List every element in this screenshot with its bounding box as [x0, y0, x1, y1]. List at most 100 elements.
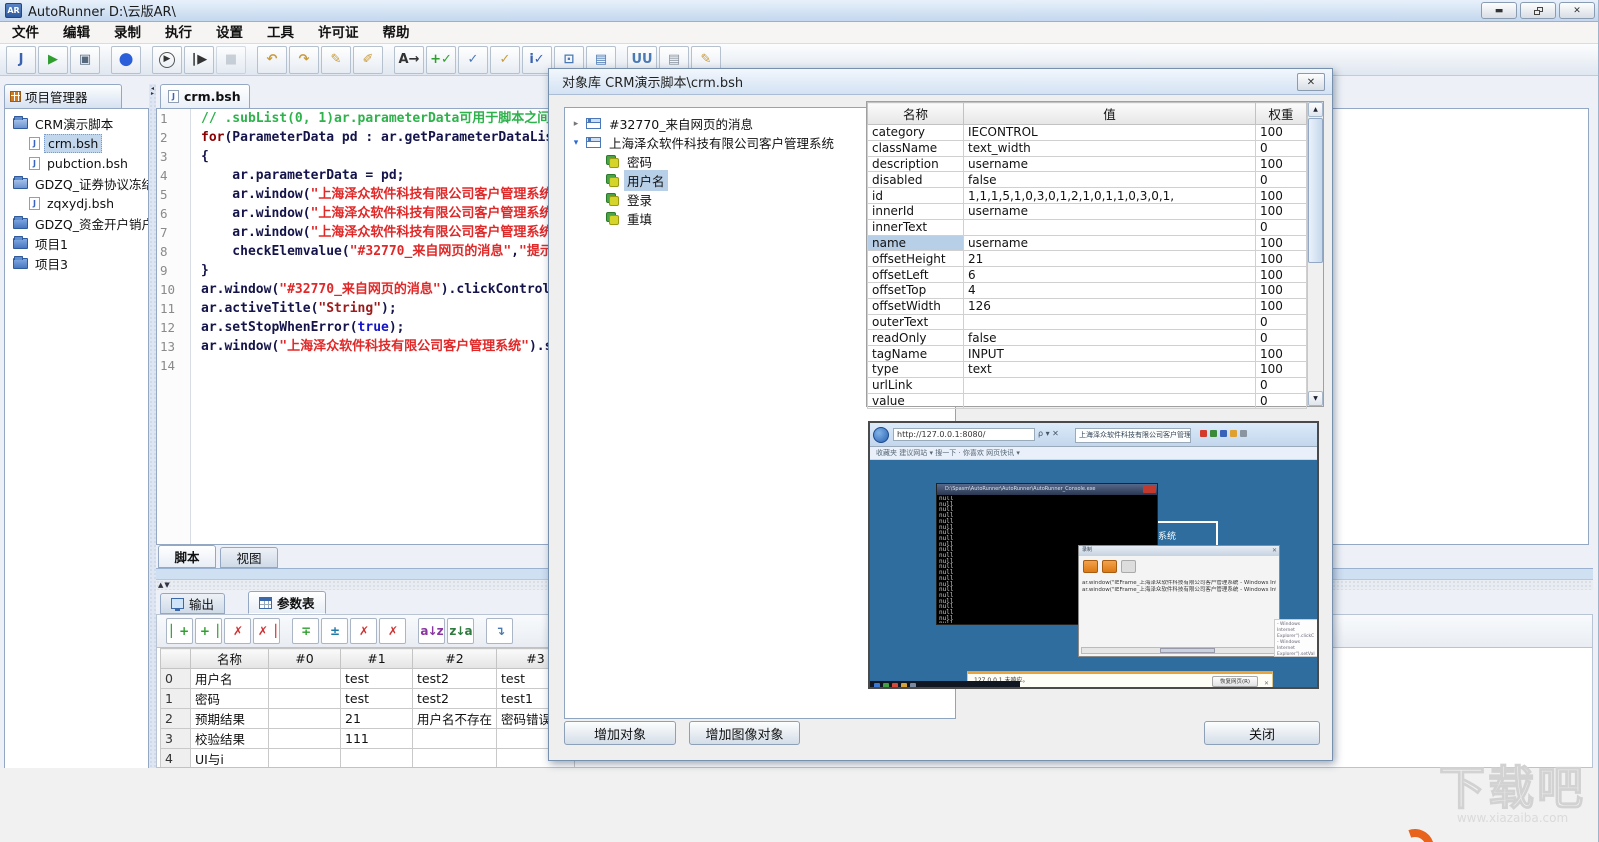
delete-col-multi-button[interactable]: ✗▕ — [253, 618, 280, 644]
property-weight[interactable]: 0 — [1255, 329, 1307, 347]
table-cell[interactable]: 校验结果 — [190, 728, 269, 749]
property-name[interactable]: innerText — [867, 218, 964, 236]
property-row[interactable]: category IECONTROL 100 — [867, 124, 1307, 141]
tab-project-manager[interactable]: 项目管理器 — [4, 84, 122, 108]
sort-desc-button[interactable]: z↓a — [447, 618, 474, 644]
menu-item-文件[interactable]: 文件 — [0, 22, 51, 44]
table-cell[interactable] — [340, 748, 413, 767]
property-weight[interactable]: 100 — [1255, 155, 1307, 173]
property-weight[interactable]: 100 — [1255, 297, 1307, 315]
property-row[interactable]: readOnly false 0 — [867, 329, 1307, 347]
close-button[interactable]: ✕ — [1559, 2, 1595, 19]
property-value[interactable] — [963, 218, 1256, 236]
insert-col-right-button[interactable]: +▕ — [195, 618, 222, 644]
property-weight[interactable]: 0 — [1255, 313, 1307, 331]
property-name[interactable]: className — [867, 139, 964, 157]
tab-param-table[interactable]: 参数表 — [248, 591, 326, 614]
replay-pen-multi-button[interactable]: ✐ — [353, 45, 383, 74]
redo-button[interactable]: ↷ — [289, 45, 319, 74]
table-cell[interactable]: 密码 — [190, 688, 269, 709]
property-value[interactable]: IECONTROL — [963, 124, 1256, 141]
property-row[interactable]: tagName INPUT 100 — [867, 345, 1307, 362]
property-row[interactable]: innerText 0 — [867, 218, 1307, 236]
property-weight[interactable]: 0 — [1255, 376, 1307, 394]
tree-item[interactable]: 项目1 — [5, 233, 148, 253]
property-name[interactable]: innerId — [867, 202, 964, 220]
pointer-check-button[interactable]: ✓ — [458, 45, 488, 74]
property-value[interactable]: text — [963, 360, 1256, 378]
property-weight[interactable]: 100 — [1255, 345, 1307, 362]
property-name[interactable]: offsetHeight — [867, 250, 964, 268]
property-value[interactable]: 21 — [963, 250, 1256, 268]
property-value[interactable]: username — [963, 155, 1256, 173]
property-value[interactable]: 126 — [963, 297, 1256, 315]
property-name[interactable]: description — [867, 155, 964, 173]
property-vscrollbar[interactable]: ▲ ▼ — [1307, 102, 1323, 406]
open-script-button[interactable]: ▶ — [38, 45, 68, 74]
menu-item-执行[interactable]: 执行 — [153, 22, 204, 44]
insert-row-below-button[interactable]: ± — [321, 618, 348, 644]
property-weight[interactable]: 100 — [1255, 360, 1307, 378]
table-cell[interactable] — [268, 708, 341, 729]
table-cell[interactable] — [268, 688, 341, 709]
table-cell[interactable] — [268, 668, 341, 689]
property-name[interactable]: urlLink — [867, 376, 964, 394]
property-row[interactable]: offsetTop 4 100 — [867, 281, 1307, 299]
table-cell[interactable]: test2 — [411, 668, 498, 689]
property-value[interactable] — [963, 376, 1256, 394]
property-value[interactable]: username — [963, 202, 1256, 220]
new-script-button[interactable]: J — [6, 45, 36, 74]
tree-item[interactable]: Jcrm.bsh — [5, 133, 148, 153]
property-value[interactable]: 1,1,1,5,1,0,3,0,1,2,1,0,1,1,0,3,0,1, — [963, 187, 1256, 204]
tree-item[interactable]: Jpubction.bsh — [5, 153, 148, 173]
property-value[interactable]: INPUT — [963, 345, 1256, 362]
delete-row-multi-button[interactable]: ✗ — [379, 618, 406, 644]
property-row[interactable]: offsetWidth 126 100 — [867, 297, 1307, 315]
insert-col-left-button[interactable]: ▏+ — [166, 618, 193, 644]
property-name[interactable]: value — [867, 392, 964, 410]
sort-asc-button[interactable]: a↓z — [418, 618, 445, 644]
add-object-button[interactable]: 增加对象 — [564, 721, 676, 745]
menu-item-工具[interactable]: 工具 — [255, 22, 306, 44]
property-value[interactable]: false — [963, 171, 1256, 189]
property-weight[interactable]: 100 — [1255, 266, 1307, 283]
minimize-button[interactable]: ▬ — [1481, 2, 1517, 19]
property-row[interactable]: offsetLeft 6 100 — [867, 266, 1307, 283]
replay-pen-button[interactable]: ✎ — [321, 45, 351, 74]
restore-button[interactable] — [1520, 2, 1556, 19]
menu-item-设置[interactable]: 设置 — [204, 22, 255, 44]
table-cell[interactable] — [268, 728, 341, 749]
step-run-button[interactable]: ∣▶ — [184, 45, 214, 74]
tree-item[interactable]: CRM演示脚本 — [5, 113, 148, 133]
property-weight[interactable]: 100 — [1255, 202, 1307, 220]
property-name[interactable]: type — [867, 360, 964, 378]
tab-view[interactable]: 视图 — [220, 547, 278, 568]
table-cell[interactable] — [411, 728, 498, 749]
add-image-object-button[interactable]: 增加图像对象 — [689, 721, 800, 745]
tree-item[interactable]: Jzqxydj.bsh — [5, 193, 148, 213]
scroll-thumb[interactable] — [1308, 118, 1323, 263]
menu-item-许可证[interactable]: 许可证 — [306, 22, 371, 44]
tab-script[interactable]: 脚本 — [158, 545, 216, 568]
property-row[interactable]: outerText 0 — [867, 313, 1307, 331]
property-name[interactable]: outerText — [867, 313, 964, 331]
tree-item[interactable]: 项目3 — [5, 253, 148, 273]
property-weight[interactable]: 100 — [1255, 124, 1307, 141]
table-cell[interactable]: test — [340, 688, 413, 709]
table-cell[interactable]: test — [340, 668, 413, 689]
property-row[interactable]: offsetHeight 21 100 — [867, 250, 1307, 268]
table-cell[interactable]: 111 — [340, 728, 413, 749]
property-weight[interactable]: 100 — [1255, 250, 1307, 268]
property-weight[interactable]: 0 — [1255, 171, 1307, 189]
table-cell[interactable]: 预期结果 — [190, 708, 269, 729]
property-weight[interactable]: 0 — [1255, 218, 1307, 236]
property-name[interactable]: offsetWidth — [867, 297, 964, 315]
property-name[interactable]: readOnly — [867, 329, 964, 347]
tree-item[interactable]: GDZQ_资金开户销户 — [5, 213, 148, 233]
property-row[interactable]: value 0 — [867, 392, 1307, 410]
tab-output[interactable]: 输出 — [160, 593, 226, 614]
table-cell[interactable]: 用户名 — [190, 668, 269, 689]
add-object-check-button[interactable]: +✓ — [426, 45, 456, 74]
property-name[interactable]: id — [867, 187, 964, 204]
menu-item-录制[interactable]: 录制 — [102, 22, 153, 44]
